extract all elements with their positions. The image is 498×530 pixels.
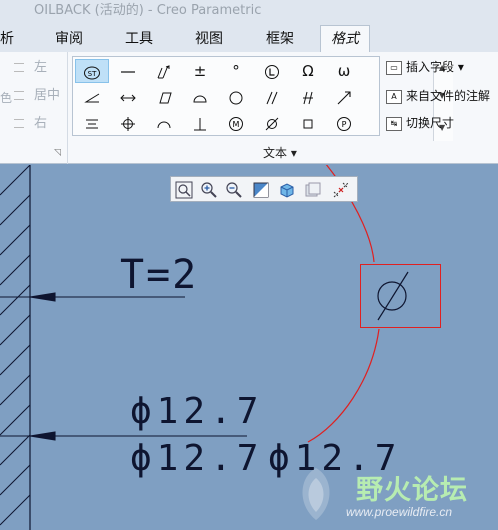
tab-tools[interactable]: 工具 [125, 26, 153, 52]
forum-logo [302, 468, 330, 520]
toggle-dimension-icon: ↹ [386, 116, 402, 131]
tab-format[interactable]: 格式 [320, 25, 370, 53]
tab-view[interactable]: 视图 [195, 26, 223, 52]
ribbon-panel: 左 居中 右 色 ◹ ST ± ° Ω ω M P ▲ ▼ ▼ 文本 ▾ ▭ 插… [0, 52, 498, 164]
square-icon [303, 119, 313, 128]
parallelism-icon [266, 91, 278, 104]
saved-views-icon[interactable] [303, 180, 323, 200]
symbol-angularity[interactable] [75, 85, 109, 109]
color-button-fragment[interactable]: 色 [0, 89, 12, 106]
angularity-icon [84, 93, 100, 102]
symbol-omega[interactable]: ω [327, 59, 361, 83]
between-icon [120, 94, 136, 101]
circularity-icon [229, 91, 243, 104]
symbol-degree[interactable]: ° [219, 59, 253, 83]
symbol-plus-minus[interactable]: ± [183, 59, 217, 83]
symbol-circular-runout[interactable] [327, 85, 361, 109]
lmc-icon [265, 64, 279, 79]
symbol-total-runout[interactable] [147, 59, 181, 83]
diameter-dimension-lower[interactable]: ϕ12.7 [130, 438, 263, 479]
symbol-ohm[interactable]: Ω [291, 59, 325, 83]
symbol-symmetry[interactable] [75, 111, 109, 135]
note-from-file-button[interactable]: A 来自文件的注解 [386, 85, 490, 107]
view-toolbar [170, 176, 358, 202]
symbol-parallelism[interactable] [255, 85, 289, 109]
symbol-projected[interactable] [291, 85, 325, 109]
zoom-out-icon[interactable] [224, 180, 244, 200]
symbol-between[interactable] [111, 85, 145, 109]
symbol-mmc[interactable]: M [219, 111, 253, 135]
statistical-tolerance-icon: ST [84, 66, 100, 79]
position-icon [121, 116, 135, 131]
align-left-button[interactable]: 左 [14, 57, 47, 79]
svg-text:ST: ST [88, 70, 97, 78]
symmetry-icon [86, 119, 98, 128]
symbol-profile-surface[interactable] [183, 85, 217, 109]
datum-display-icon[interactable] [331, 180, 351, 200]
note-from-file-icon: A [386, 89, 402, 104]
align-right-button[interactable]: 右 [14, 113, 47, 135]
zoom-in-icon[interactable] [199, 180, 219, 200]
align-right-icon [14, 119, 24, 128]
refit-icon[interactable] [174, 180, 194, 200]
ribbon-tab-bar: 析 审阅 工具 视图 框架 格式 [0, 22, 498, 53]
symbol-statistical-tolerance[interactable]: ST [75, 59, 109, 83]
toggle-dimension-button[interactable]: ↹ 切换尺寸 [386, 112, 454, 134]
tab-analysis[interactable]: 析 [0, 26, 14, 52]
projected-tolerance-icon: P [337, 116, 351, 131]
perpendicularity-icon [194, 117, 206, 130]
display-style-icon[interactable] [277, 180, 297, 200]
forum-watermark-title: 野火论坛 [356, 475, 468, 506]
align-center-button[interactable]: 居中 [14, 85, 60, 107]
symbol-projected-tolerance[interactable]: P [327, 111, 361, 135]
svg-text:P: P [342, 120, 347, 129]
profile-surface-icon [193, 95, 207, 102]
symbol-perpendicularity[interactable] [183, 111, 217, 135]
annotation-highlight-box [360, 264, 441, 328]
tab-review[interactable]: 审阅 [55, 26, 83, 52]
toggle-dimension-label: 切换尺寸 [406, 116, 455, 130]
symbol-profile-line[interactable] [147, 111, 181, 135]
align-group: 左 居中 右 色 ◹ [0, 52, 68, 164]
total-runout-icon [157, 64, 170, 78]
projected-icon [303, 91, 313, 104]
flatness-icon [121, 70, 135, 73]
section-hatch [0, 165, 31, 526]
thickness-dimension-text[interactable]: T=2 [120, 252, 198, 298]
symbol-lmc[interactable] [255, 59, 289, 83]
symbol-gallery: ST ± ° Ω ω M P ▲ ▼ ▼ [72, 56, 453, 141]
tab-frame[interactable]: 框架 [266, 26, 294, 52]
insert-field-button[interactable]: ▭ 插入字段 ▾ [386, 56, 464, 78]
align-center-label: 居中 [34, 88, 61, 103]
diameter-dimension-upper[interactable]: ϕ12.7 [130, 391, 263, 432]
diameter-icon [265, 117, 279, 130]
symbol-cylindricity[interactable] [147, 85, 181, 109]
symbol-square[interactable] [291, 111, 325, 135]
window-title: OILBACK (活动的) - Creo Parametric [0, 0, 498, 22]
align-center-icon [14, 91, 24, 100]
symbol-position[interactable] [111, 111, 145, 135]
dialog-launcher-icon[interactable]: ◹ [54, 148, 61, 158]
text-group-label[interactable]: 文本 ▾ [263, 144, 297, 161]
align-left-icon [14, 63, 24, 72]
forum-watermark-site: www.proewildfire.cn [346, 505, 453, 519]
mmc-icon: M [229, 116, 243, 131]
symbol-diameter[interactable] [255, 111, 289, 135]
symbol-circularity[interactable] [219, 85, 253, 109]
cylindricity-icon [159, 92, 172, 103]
svg-text:M: M [233, 120, 240, 129]
repaint-icon[interactable] [251, 180, 271, 200]
note-from-file-label: 来自文件的注解 [406, 89, 491, 103]
align-right-label: 右 [34, 116, 48, 131]
insert-field-icon: ▭ [386, 60, 402, 75]
insert-field-label: 插入字段 [406, 60, 455, 74]
symbol-flatness[interactable] [111, 59, 145, 83]
profile-line-icon [157, 121, 171, 128]
callout-curve-bottom [307, 328, 380, 443]
circular-runout-icon [337, 90, 351, 104]
align-left-label: 左 [34, 60, 48, 75]
